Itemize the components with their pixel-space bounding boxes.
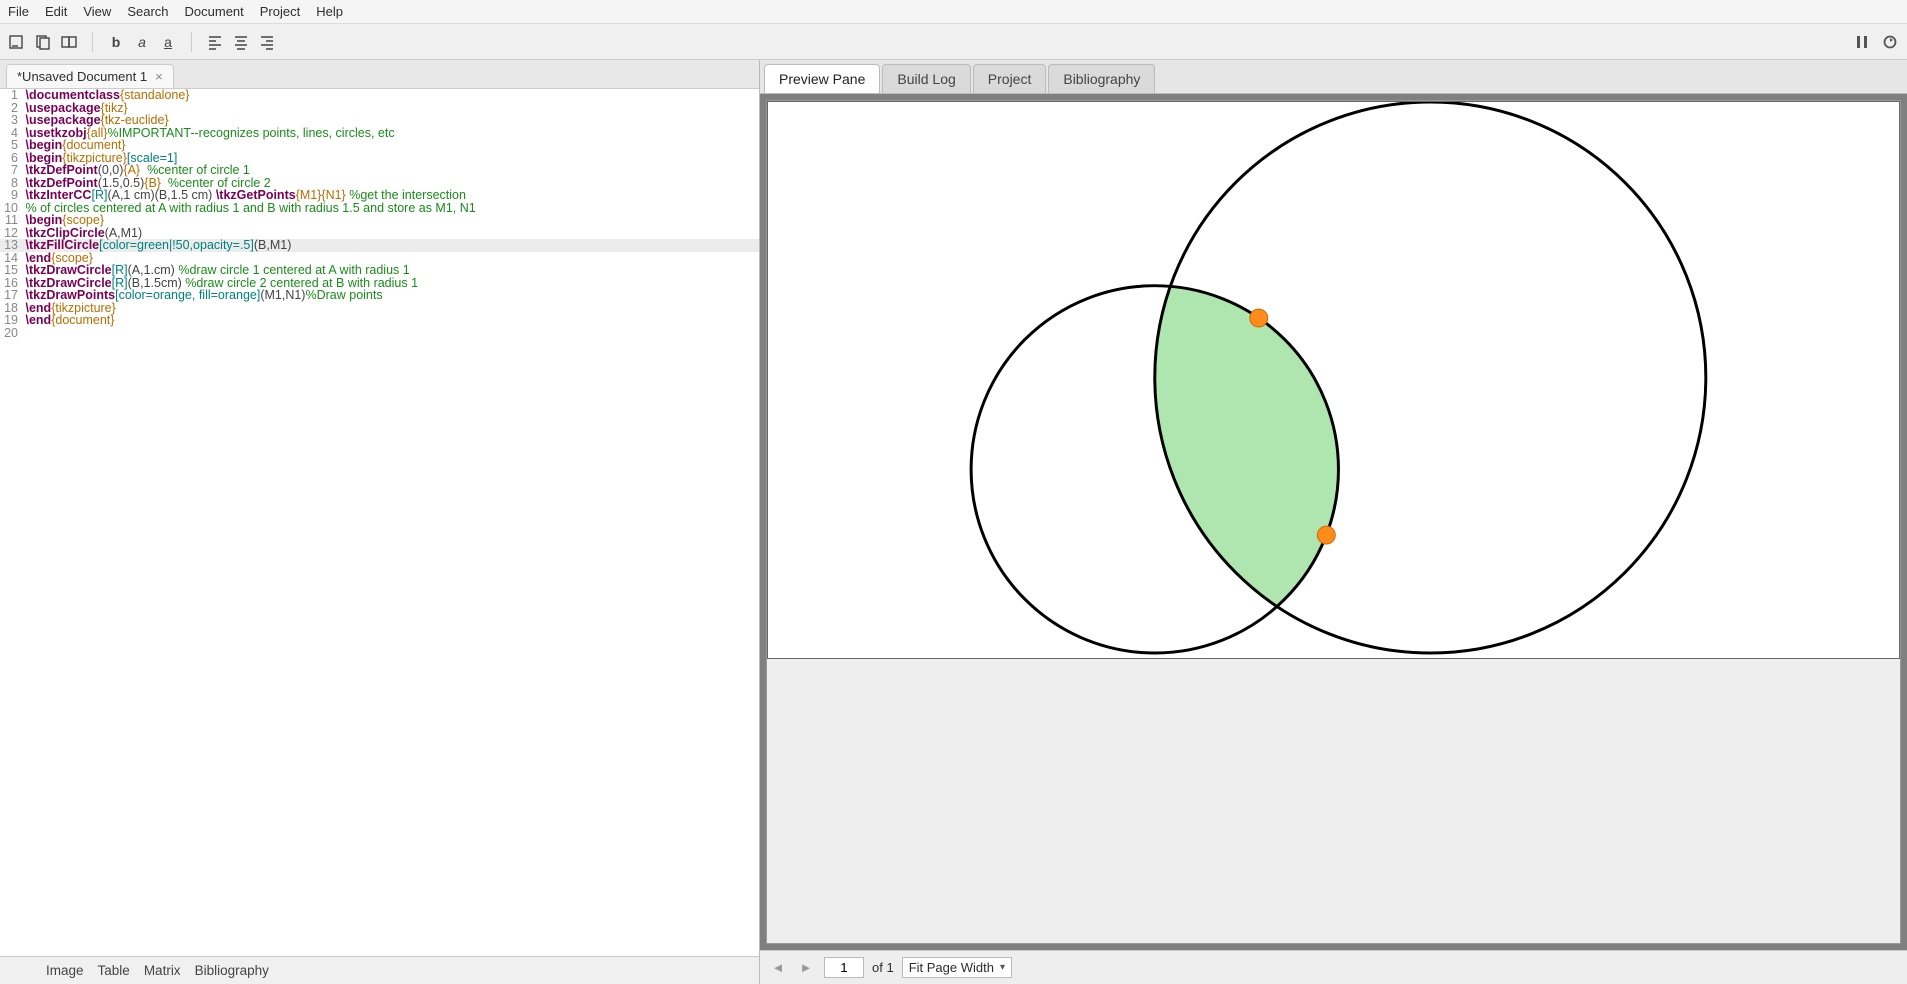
- line-number: 17: [0, 289, 22, 302]
- line-number: 15: [0, 264, 22, 277]
- page-number-input[interactable]: [824, 957, 864, 978]
- toolbar: b a a: [0, 24, 1907, 60]
- menu-help[interactable]: Help: [316, 4, 343, 19]
- zoom-select[interactable]: Fit Page Width: [902, 957, 1012, 978]
- line-number: 19: [0, 314, 22, 327]
- align-center-icon[interactable]: [232, 33, 250, 51]
- menu-edit[interactable]: Edit: [45, 4, 67, 19]
- code-line[interactable]: 9 \tkzInterCC[R](A,1 cm)(B,1.5 cm) \tkzG…: [0, 189, 759, 202]
- zoom-label: Fit Page Width: [909, 960, 994, 975]
- menu-project[interactable]: Project: [260, 4, 300, 19]
- line-number: 5: [0, 139, 22, 152]
- preview-tabbar: Preview PaneBuild LogProjectBibliography: [760, 60, 1907, 94]
- insert-tab-image[interactable]: Image: [46, 963, 84, 978]
- preview-tab-build-log[interactable]: Build Log: [882, 64, 970, 93]
- code-line[interactable]: 10 % of circles centered at A with radiu…: [0, 202, 759, 215]
- code-line[interactable]: 11 \begin{scope}: [0, 214, 759, 227]
- code-line[interactable]: 13 \tkzFillCircle[color=green|!50,opacit…: [0, 239, 759, 252]
- menu-search[interactable]: Search: [127, 4, 168, 19]
- code-line[interactable]: 3 \usepackage{tkz-euclide}: [0, 114, 759, 127]
- code-line[interactable]: 17 \tkzDrawPoints[color=orange, fill=ora…: [0, 289, 759, 302]
- underline-icon[interactable]: a: [159, 33, 177, 51]
- bold-icon[interactable]: b: [107, 33, 125, 51]
- align-left-icon[interactable]: [206, 33, 224, 51]
- code-line[interactable]: 5 \begin{document}: [0, 139, 759, 152]
- menu-document[interactable]: Document: [185, 4, 244, 19]
- next-page-icon[interactable]: ►: [796, 958, 816, 978]
- line-number: 3: [0, 114, 22, 127]
- preview-tab-project[interactable]: Project: [973, 64, 1047, 93]
- page-count-label: of 1: [872, 960, 894, 975]
- copy-icon[interactable]: [34, 33, 52, 51]
- align-right-icon[interactable]: [258, 33, 276, 51]
- pause-icon[interactable]: [1853, 33, 1871, 51]
- editor-pane: *Unsaved Document 1 × 1 \documentclass{s…: [0, 60, 760, 984]
- insert-tabs: Image Table Matrix Bibliography: [0, 956, 759, 984]
- document-tab-title: *Unsaved Document 1: [17, 69, 147, 84]
- line-number: 1: [0, 89, 22, 102]
- code-line[interactable]: 15 \tkzDrawCircle[R](A,1.cm) %draw circl…: [0, 264, 759, 277]
- preview-tab-bibliography[interactable]: Bibliography: [1048, 64, 1155, 93]
- open-terminal-icon[interactable]: [8, 33, 26, 51]
- multi-window-icon[interactable]: [60, 33, 78, 51]
- line-number: 13: [0, 239, 22, 252]
- document-tabbar: *Unsaved Document 1 ×: [0, 60, 759, 89]
- close-icon[interactable]: ×: [155, 69, 163, 84]
- main-split: *Unsaved Document 1 × 1 \documentclass{s…: [0, 60, 1907, 984]
- preview-viewport[interactable]: [760, 94, 1907, 950]
- code-editor[interactable]: 1 \documentclass{standalone}2 \usepackag…: [0, 89, 759, 956]
- code-line[interactable]: 19 \end{document}: [0, 314, 759, 327]
- preview-tab-preview-pane[interactable]: Preview Pane: [764, 64, 880, 93]
- preview-pane: Preview PaneBuild LogProjectBibliography…: [760, 60, 1907, 984]
- insert-tab-table[interactable]: Table: [98, 963, 130, 978]
- insert-tab-bibliography[interactable]: Bibliography: [195, 963, 269, 978]
- line-number: 20: [0, 327, 22, 340]
- line-number: 7: [0, 164, 22, 177]
- preview-page: [767, 101, 1900, 659]
- line-number: 11: [0, 214, 22, 227]
- insert-tab-matrix[interactable]: Matrix: [144, 963, 181, 978]
- prev-page-icon[interactable]: ◄: [768, 958, 788, 978]
- line-number: 9: [0, 189, 22, 202]
- italic-icon[interactable]: a: [133, 33, 151, 51]
- document-tab[interactable]: *Unsaved Document 1 ×: [6, 64, 174, 88]
- menu-view[interactable]: View: [83, 4, 111, 19]
- menubar: File Edit View Search Document Project Help: [0, 0, 1907, 24]
- code-line[interactable]: 7 \tkzDefPoint(0,0){A} %center of circle…: [0, 164, 759, 177]
- menu-file[interactable]: File: [8, 4, 29, 19]
- code-line[interactable]: 20: [0, 327, 759, 340]
- preview-footer: ◄ ► of 1 Fit Page Width: [760, 950, 1907, 984]
- code-line[interactable]: 1 \documentclass{standalone}: [0, 89, 759, 102]
- refresh-icon[interactable]: [1881, 33, 1899, 51]
